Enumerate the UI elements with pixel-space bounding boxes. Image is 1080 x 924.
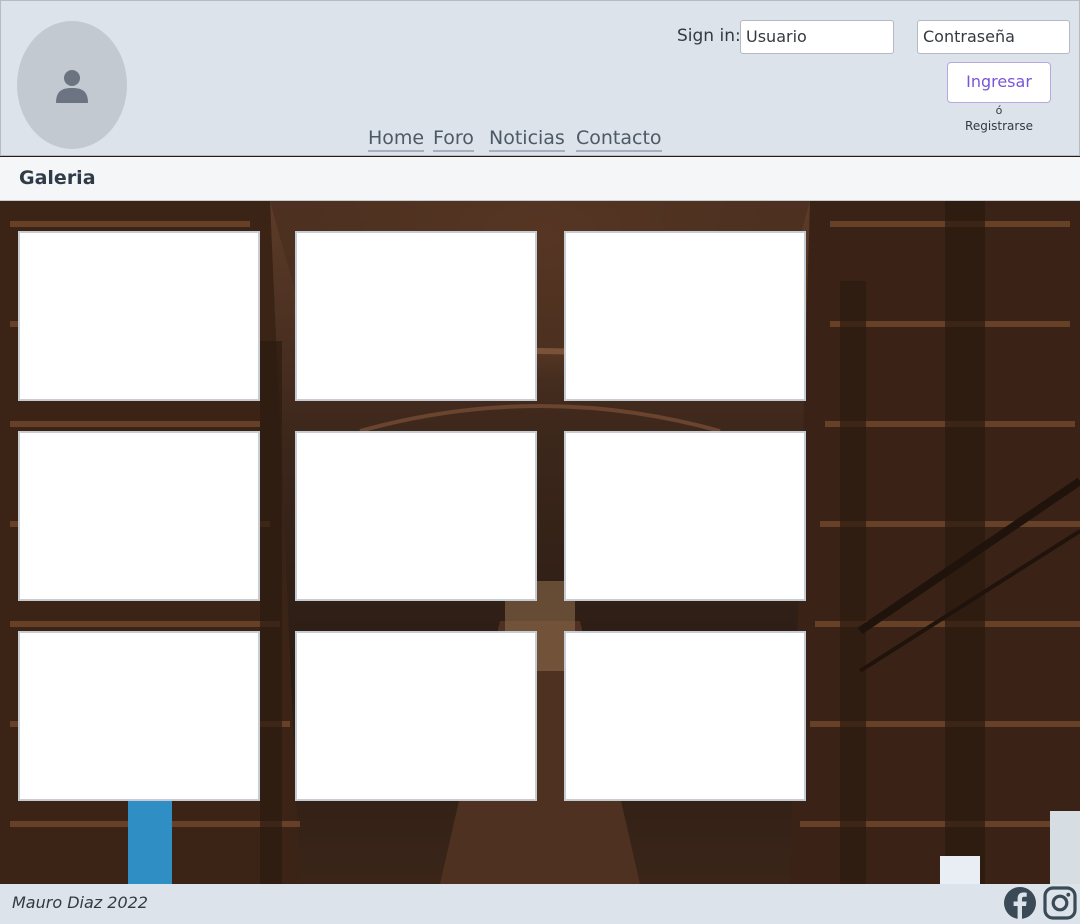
gallery-item[interactable] xyxy=(295,631,537,801)
nav-foro[interactable]: Foro xyxy=(433,127,474,152)
login-button[interactable]: Ingresar xyxy=(947,62,1051,103)
site-header: Sign in: Usuario Contraseña Ingresar ó R… xyxy=(0,0,1080,156)
nav-home[interactable]: Home xyxy=(368,127,425,152)
gallery-item[interactable] xyxy=(564,431,806,601)
page-title-bar: Galeria xyxy=(0,157,1080,201)
gallery-item[interactable] xyxy=(564,631,806,801)
instagram-icon[interactable] xyxy=(1043,886,1077,920)
facebook-icon[interactable] xyxy=(1003,886,1037,920)
signin-label: Sign in: xyxy=(677,26,741,46)
gallery-item[interactable] xyxy=(18,631,260,801)
main-nav: Home Foro Noticias Contacto xyxy=(1,127,1080,155)
username-field[interactable]: Usuario xyxy=(740,20,894,54)
gallery-item[interactable] xyxy=(18,231,260,401)
nav-noticias[interactable]: Noticias xyxy=(489,127,565,152)
user-icon xyxy=(56,70,88,103)
password-field[interactable]: Contraseña xyxy=(917,20,1070,54)
gallery-item[interactable] xyxy=(564,231,806,401)
gallery-item[interactable] xyxy=(295,231,537,401)
gallery-item[interactable] xyxy=(18,431,260,601)
site-footer: Mauro Diaz 2022 xyxy=(0,884,1080,924)
footer-credit: Mauro Diaz 2022 xyxy=(12,893,148,912)
nav-contacto[interactable]: Contacto xyxy=(576,127,662,152)
page-title: Galeria xyxy=(19,167,96,189)
gallery-item[interactable] xyxy=(295,431,537,601)
or-separator: ó xyxy=(995,104,1003,117)
